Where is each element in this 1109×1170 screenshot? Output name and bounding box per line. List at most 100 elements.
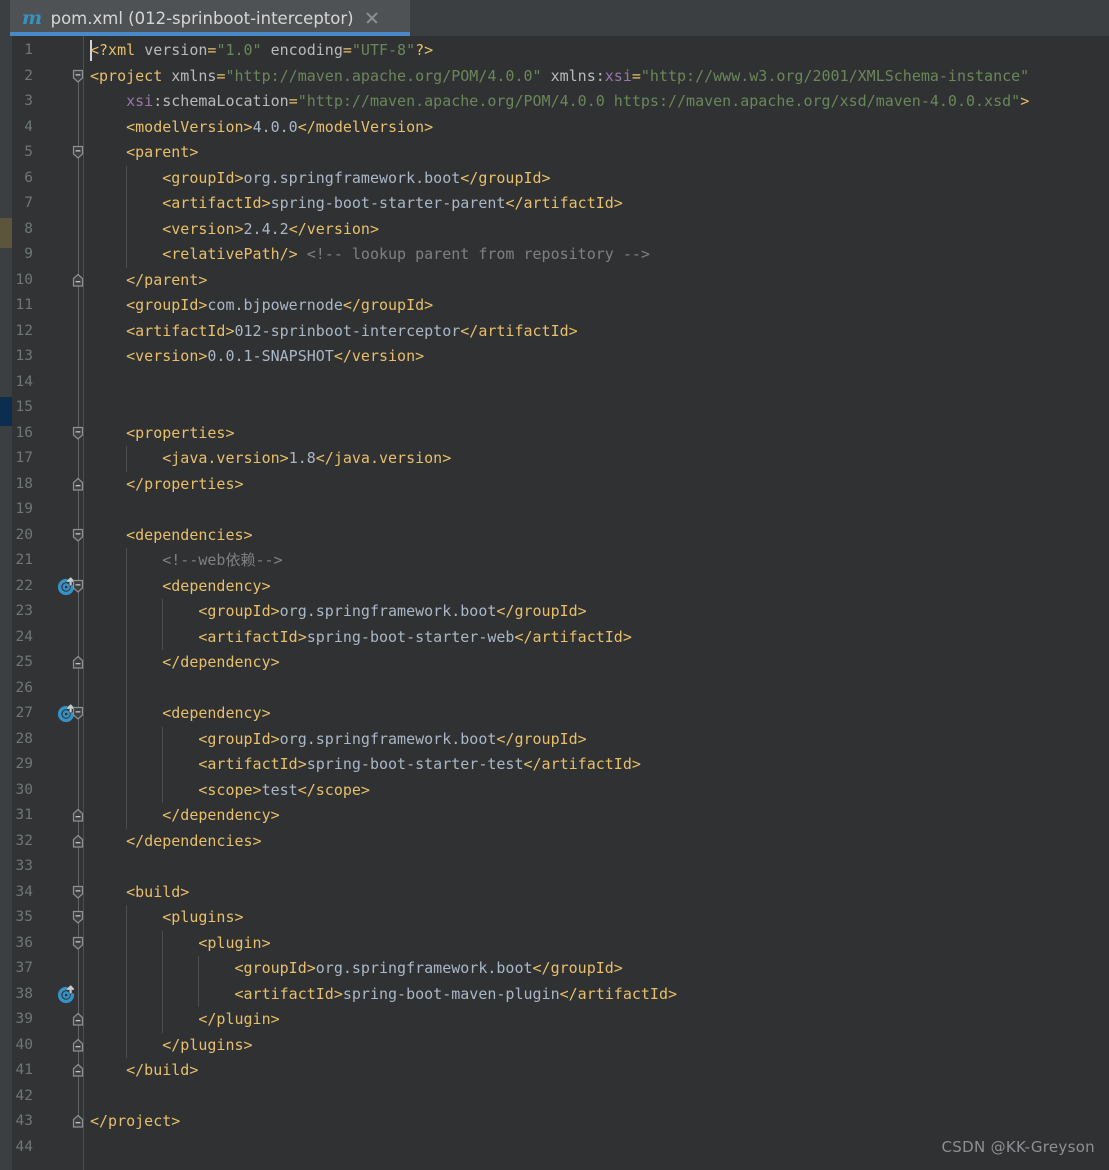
fold-region-end-icon[interactable] [71,273,85,288]
line-number: 17 [15,450,33,466]
code-line[interactable]: <version>2.4.2</version> [90,217,379,243]
code-token-tag: </plugins> [162,1035,253,1054]
code-token-tag: = [631,66,641,85]
code-token-tag: </version> [288,219,379,238]
line-number: 37 [15,960,33,976]
code-line[interactable]: <groupId>org.springframework.boot</group… [90,727,586,753]
code-line[interactable]: <dependency> [90,574,270,600]
code-token-tag: </modelVersion> [297,117,434,136]
fold-collapse-icon[interactable] [71,69,85,84]
fold-collapse-icon[interactable] [71,579,85,594]
code-token-tag: </project> [90,1112,181,1130]
code-line[interactable]: <artifactId>spring-boot-maven-plugin</ar… [90,982,678,1008]
code-line[interactable]: <plugin> [90,931,271,957]
code-line[interactable]: <dependency> [90,701,271,727]
code-line[interactable]: <groupId>org.springframework.boot</group… [90,166,550,192]
fold-collapse-icon[interactable] [71,145,85,160]
code-line[interactable]: <version>0.0.1-SNAPSHOT</version> [90,344,424,370]
fold-collapse-icon[interactable] [71,426,85,441]
code-line[interactable]: <artifactId>spring-boot-starter-test</ar… [90,752,641,778]
code-token-tag: </parent> [126,270,208,289]
code-token-tag: = [342,41,352,59]
line-number: 7 [24,195,33,211]
editor-tab-pom-xml[interactable]: m pom.xml (012-sprinboot-interceptor) [10,0,410,36]
code-token-tag: <scope> [198,780,262,799]
text-caret [90,40,92,61]
code-line[interactable]: xsi:schemaLocation="http://maven.apache.… [90,89,1029,115]
fold-region-end-icon[interactable] [71,1063,85,1078]
code-line[interactable]: <java.version>1.8</java.version> [90,446,451,472]
code-line[interactable]: </dependency> [90,803,279,829]
line-number: 43 [15,1113,33,1129]
line-number: 18 [15,475,33,492]
code-line[interactable]: <build> [90,880,189,906]
code-line[interactable]: <parent> [90,140,198,166]
code-line[interactable]: <groupId>com.bjpowernode</groupId> [90,293,433,319]
code-line[interactable]: </parent> [90,268,207,294]
code-token-tag: <artifactId> [234,984,343,1003]
fold-region-end-icon[interactable] [71,477,85,492]
code-line[interactable]: <plugins> [90,905,243,931]
code-line[interactable]: <relativePath/> <!-- lookup parent from … [90,242,650,268]
code-token-tag: <plugin> [198,933,271,952]
code-line[interactable]: </properties> [90,472,244,498]
code-line[interactable]: <scope>test</scope> [90,778,370,804]
code-line[interactable]: </project> [90,1109,180,1135]
code-line[interactable]: <!--web依赖--> [90,548,282,574]
code-line[interactable]: <modelVersion>4.0.0</modelVersion> [90,115,433,141]
code-token-tag: = [288,92,298,110]
code-line[interactable]: </dependency> [90,650,279,676]
line-number: 23 [15,603,33,619]
fold-collapse-icon[interactable] [71,528,85,543]
line-number: 30 [15,781,33,798]
code-line[interactable]: </plugins> [90,1033,253,1059]
code-line[interactable]: <artifactId>spring-boot-starter-web</art… [90,625,632,651]
fold-region-end-icon[interactable] [71,1038,85,1053]
code-token-tag: <parent> [126,143,199,161]
code-line[interactable]: <properties> [90,421,234,447]
close-icon[interactable] [364,10,380,26]
code-token-tag: <groupId> [162,168,244,187]
fold-collapse-icon[interactable] [71,885,85,900]
line-number: 26 [15,679,33,696]
code-line[interactable]: <groupId>org.springframework.boot</group… [90,956,623,982]
line-number: 13 [15,348,33,364]
code-line[interactable]: </build> [90,1058,198,1084]
line-number: 11 [15,297,33,313]
line-number: 19 [15,501,33,517]
code-token-tag: </plugin> [198,1010,280,1028]
code-line[interactable]: </plugin> [90,1007,280,1033]
code-line[interactable]: <project xmlns = "http://maven.apache.org/… [90,64,1029,90]
line-number: 44 [15,1138,33,1155]
code-line[interactable]: <artifactId>spring-boot-starter-parent</… [90,191,623,217]
fold-collapse-icon[interactable] [71,936,85,951]
code-line[interactable]: <groupId>org.springframework.boot</group… [90,599,587,625]
fold-connector-line [77,942,79,1019]
code-line[interactable]: <dependencies> [90,523,252,549]
code-token-txt: spring-boot-maven-plugin [342,984,560,1003]
code-token-txt: org.springframework.boot [315,959,533,977]
fold-region-end-icon[interactable] [71,808,85,823]
fold-region-end-icon[interactable] [71,1012,85,1027]
line-number: 40 [15,1036,33,1053]
fold-region-end-icon[interactable] [71,834,85,849]
code-line[interactable]: <artifactId>012-sprinboot-interceptor</a… [90,319,578,345]
fold-region-end-icon[interactable] [71,1114,85,1129]
code-line[interactable]: <?xml version="1.0" encoding="UTF-8"?> [90,38,433,64]
code-token-tag: </properties> [126,474,244,493]
code-token-tag: <artifactId> [126,321,235,340]
ide-editor-window: m pom.xml (012-sprinboot-interceptor) 12… [0,0,1109,1170]
code-content-area[interactable]: <?xml version="1.0" encoding="UTF-8"?> <p… [84,36,1109,1170]
line-number: 25 [15,654,33,670]
code-token-val: "http://www.w3.org/2001/XMLSchema-instan… [640,66,1030,85]
code-folding-ribbon[interactable] [71,36,85,1170]
code-token-tag: </groupId> [496,602,587,620]
code-token-tag: <dependency> [162,704,271,722]
code-line[interactable]: </dependencies> [90,829,261,855]
code-token-tag: </artifactId> [523,755,641,773]
fold-region-end-icon[interactable] [71,655,85,670]
fold-collapse-icon[interactable] [71,706,85,721]
fold-collapse-icon[interactable] [71,910,85,925]
line-number: 9 [24,246,33,262]
line-number: 28 [15,730,33,747]
